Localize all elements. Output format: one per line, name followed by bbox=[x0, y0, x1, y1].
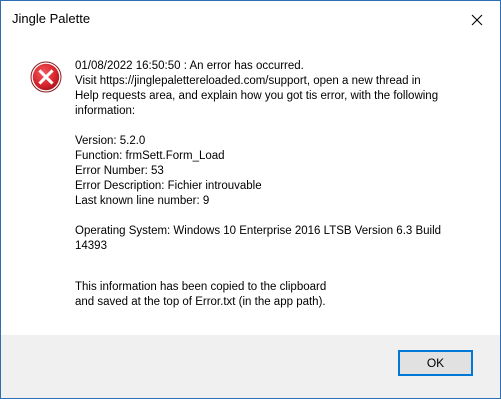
button-bar: OK bbox=[1, 335, 500, 398]
close-button[interactable] bbox=[454, 1, 500, 38]
error-icon bbox=[30, 61, 62, 93]
window-title: Jingle Palette bbox=[12, 11, 91, 26]
dialog-content: 01/08/2022 16:50:50 : An error has occur… bbox=[1, 38, 500, 335]
error-dialog: Jingle Palette 01/08/2022 16:50:50 : An … bbox=[0, 0, 501, 399]
message-line: 01/08/2022 16:50:50 : An error has occur… bbox=[75, 60, 304, 72]
message-line: Help requests area, and explain how you … bbox=[75, 90, 439, 102]
version-text: Version: 5.2.0 bbox=[75, 135, 146, 147]
function-text: Function: frmSett.Form_Load bbox=[75, 150, 225, 162]
error-description-text: Error Description: Fichier introuvable bbox=[75, 180, 262, 192]
error-number-text: Error Number: 53 bbox=[75, 165, 164, 177]
message-line: information: bbox=[75, 105, 136, 117]
title-bar[interactable]: Jingle Palette bbox=[1, 1, 500, 38]
ok-button[interactable]: OK bbox=[398, 350, 473, 376]
close-icon bbox=[471, 14, 483, 25]
message-line: Visit https://jinglepalettereloaded.com/… bbox=[75, 75, 421, 87]
clipboard-text-path: and saved at the top of Error.txt (in th… bbox=[75, 296, 326, 308]
last-line-text: Last known line number: 9 bbox=[75, 195, 210, 207]
os-text-build: 14393 bbox=[75, 240, 107, 252]
clipboard-text: This information has been copied to the … bbox=[75, 281, 327, 293]
error-message: 01/08/2022 16:50:50 : An error has occur… bbox=[75, 59, 475, 310]
os-text: Operating System: Windows 10 Enterprise … bbox=[75, 225, 442, 237]
